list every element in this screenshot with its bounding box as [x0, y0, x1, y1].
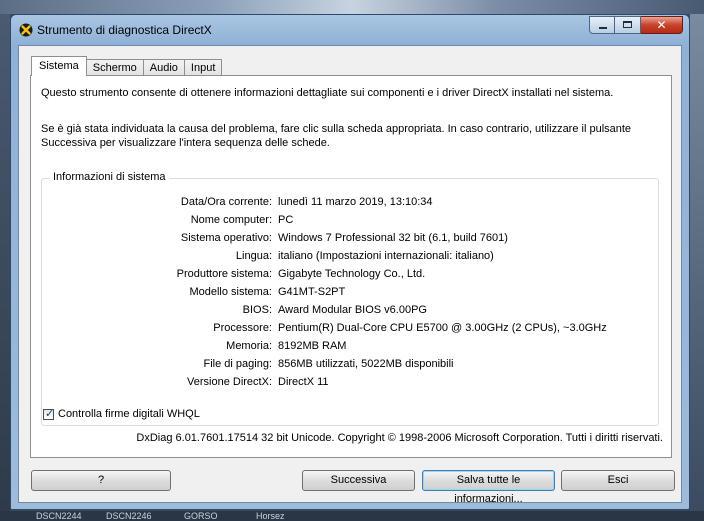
title-bar[interactable]: Strumento di diagnostica DirectX ✕ [11, 15, 689, 45]
button-bar: ? Successiva Salva tutte le informazioni… [19, 464, 681, 505]
desktop-icon-label[interactable]: Horsez [256, 511, 285, 521]
desktop-icon-labels: DSCN2244 DSCN2246 GORSO Horsez [0, 511, 704, 521]
client-area: Sistema Schermo Audio Input Questo strum… [18, 45, 682, 505]
system-info-value: PC [278, 214, 294, 226]
whql-label: Controlla firme digitali WHQL [58, 408, 200, 420]
system-info-label: Nome computer: [190, 214, 272, 226]
dxdiag-window: Strumento di diagnostica DirectX ✕ Siste… [10, 14, 690, 510]
system-info-label: File di paging: [203, 358, 273, 370]
help-button[interactable]: ? [31, 470, 171, 491]
copyright-text: DxDiag 6.01.7601.17514 32 bit Unicode. C… [136, 432, 663, 444]
system-info-value: Windows 7 Professional 32 bit (6.1, buil… [278, 232, 508, 244]
system-info-row: File di paging: 856MB utilizzati, 5022MB … [42, 358, 652, 374]
system-info-row: Nome computer: PC [42, 214, 652, 230]
close-icon: ✕ [656, 18, 667, 32]
tab-input[interactable]: Input [183, 59, 223, 76]
window-controls: ✕ [589, 16, 683, 34]
system-info-row: Lingua: italiano (Impostazioni internazio… [42, 250, 652, 266]
next-button[interactable]: Successiva [302, 470, 415, 491]
system-info-title: Informazioni di sistema [50, 171, 169, 183]
checkmark-icon: ✓ [45, 407, 55, 420]
system-info-label: Sistema operativo: [180, 232, 272, 244]
tab-strip: Sistema Schermo Audio Input [31, 56, 223, 76]
intro-text: Questo strumento consente di ottenere in… [41, 87, 614, 99]
system-info-label: Lingua: [235, 250, 272, 262]
system-info-label: Modello sistema: [189, 286, 272, 298]
system-info-value: G41MT-S2PT [278, 286, 346, 298]
system-info-value: Gigabyte Technology Co., Ltd. [278, 268, 426, 280]
system-info-value: lunedì 11 marzo 2019, 13:10:34 [278, 196, 433, 208]
whql-checkbox[interactable]: ✓ [43, 407, 55, 420]
system-info-label: Data/Ora corrente: [180, 196, 272, 208]
system-info-label: Produttore sistema: [176, 268, 272, 280]
system-info-label: Processore: [213, 322, 272, 334]
system-info-row: Sistema operativo: Windows 7 Professional… [42, 232, 652, 248]
system-info-value: 856MB utilizzati, 5022MB disponibili [278, 358, 454, 370]
system-info-row: Versione DirectX: DirectX 11 [42, 376, 652, 392]
minimize-button[interactable] [589, 16, 615, 34]
desktop-background-right [690, 14, 704, 521]
tab-audio[interactable]: Audio [142, 59, 185, 76]
system-info-row: BIOS: Award Modular BIOS v6.00PG [42, 304, 652, 320]
desktop-icon-label[interactable]: DSCN2244 [36, 511, 82, 521]
system-info-label: Versione DirectX: [187, 376, 272, 388]
maximize-button[interactable] [615, 16, 641, 34]
close-button[interactable]: ✕ [641, 16, 683, 34]
system-info-value: italiano (Impostazioni internazionali: i… [278, 250, 494, 262]
system-info-value: DirectX 11 [278, 376, 329, 388]
system-info-row: Data/Ora corrente: lunedì 11 marzo 2019, … [42, 196, 652, 212]
system-info-label: BIOS: [242, 304, 272, 316]
system-info-value: 8192MB RAM [278, 340, 347, 352]
directx-icon [19, 23, 33, 37]
exit-button[interactable]: Esci [561, 470, 675, 491]
system-info-row: Produttore sistema: Gigabyte Technology C… [42, 268, 652, 284]
desktop-background-left [0, 14, 10, 521]
tab-panel-sistema: Questo strumento consente di ottenere in… [30, 75, 672, 458]
desktop-icon-label[interactable]: DSCN2246 [106, 511, 152, 521]
system-info-value: Award Modular BIOS v6.00PG [278, 304, 427, 316]
system-info-group: Informazioni di sistema Data/Ora corrent… [41, 171, 659, 426]
save-all-info-button[interactable]: Salva tutte le informazioni... [422, 470, 555, 505]
system-info-row: Processore: Pentium(R) Dual-Core CPU E570… [42, 322, 652, 338]
maximize-icon [623, 21, 632, 28]
whql-checkbox-row[interactable]: ✓ Controlla firme digitali WHQL [43, 408, 200, 420]
system-info-row: Modello sistema: G41MT-S2PT [42, 286, 652, 302]
system-info-value: Pentium(R) Dual-Core CPU E5700 @ 3.00GHz… [278, 322, 607, 334]
desktop-background-top [0, 0, 704, 14]
window-title: Strumento di diagnostica DirectX [37, 23, 212, 37]
desktop-icon-label[interactable]: GORSO [184, 511, 218, 521]
intro-help-text: Se è già stata individuata la causa del … [41, 123, 632, 149]
minimize-icon [599, 27, 607, 29]
system-info-label: Memoria: [226, 340, 272, 352]
tab-sistema[interactable]: Sistema [31, 56, 87, 76]
tab-schermo[interactable]: Schermo [85, 59, 144, 76]
system-info-row: Memoria: 8192MB RAM [42, 340, 652, 356]
